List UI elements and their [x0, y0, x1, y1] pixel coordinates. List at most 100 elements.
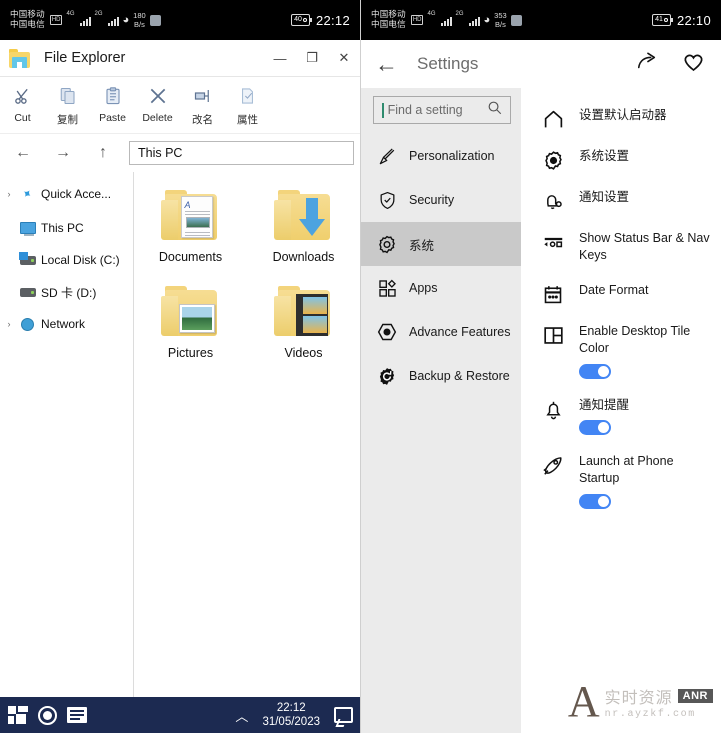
share-icon[interactable]: [634, 51, 660, 78]
tree-label: This PC: [41, 221, 84, 235]
android-status-bar-right: 中国移动 中国电信 HD 4G 2G ◕ 353 B/s 41 22:10: [361, 0, 721, 40]
content-label: Show Status Bar & Nav Keys: [579, 230, 711, 264]
up-button[interactable]: ↑: [83, 144, 123, 162]
action-center-icon[interactable]: [334, 707, 353, 723]
tree-item-network[interactable]: › Network: [0, 310, 133, 338]
chevron-right-icon[interactable]: ›: [4, 319, 14, 329]
launch-at-startup-toggle[interactable]: [579, 494, 611, 509]
scissors-icon: [13, 85, 33, 107]
menu-item-apps[interactable]: Apps: [361, 266, 521, 310]
start-tiles-icon[interactable]: [8, 706, 28, 724]
copy-label: 复制: [57, 112, 78, 127]
signal-bars-2-icon: [469, 14, 480, 26]
watermark-text: 实时资源 ANR nr.ayzkf.com: [605, 684, 713, 720]
content-item-system-settings[interactable]: 系统设置: [533, 139, 721, 180]
properties-icon: [239, 85, 256, 107]
back-arrow-icon[interactable]: ←: [375, 51, 409, 78]
apps-grid-icon: [377, 279, 397, 298]
desktop-tile-color-toggle[interactable]: [579, 364, 611, 379]
minimize-button[interactable]: —: [264, 43, 296, 73]
folder-item-pictures[interactable]: Pictures: [134, 286, 247, 360]
videos-folder-icon: [272, 286, 336, 338]
navigation-tree: › ✦ Quick Acce... This PC Local Disk (C:…: [0, 172, 134, 700]
content-item-default-launcher[interactable]: 设置默认启动器: [533, 98, 721, 139]
tree-item-local-disk[interactable]: Local Disk (C:): [0, 246, 133, 274]
forward-button[interactable]: →: [43, 144, 83, 162]
taskbar-left-icons: [8, 706, 87, 725]
taskbar-clock[interactable]: 22:12 31/05/2023: [262, 701, 320, 729]
dual-panel-screenshot: 中国移动 中国电信 HD 4G 2G ◕ 180 B/s 40 22:12: [0, 0, 721, 733]
file-explorer-panel: 中国移动 中国电信 HD 4G 2G ◕ 180 B/s 40 22:12: [0, 0, 361, 733]
address-input[interactable]: This PC: [129, 141, 354, 165]
menu-item-system[interactable]: 系统: [361, 222, 521, 266]
status-icons: HD 4G 2G ◕ 353 B/s: [411, 11, 522, 29]
menu-item-security[interactable]: Security: [361, 178, 521, 222]
copy-button[interactable]: 复制: [45, 85, 90, 127]
menu-item-personalization[interactable]: Personalization: [361, 134, 521, 178]
tree-item-sd-card[interactable]: SD 卡 (D:): [0, 278, 133, 306]
settings-body: Find a setting Personalization: [361, 88, 721, 733]
signal-bars-1-icon: [80, 14, 91, 26]
folder-grid-view: A Documents: [134, 172, 360, 700]
chevron-right-icon[interactable]: ›: [4, 189, 14, 199]
search-placeholder: Find a setting: [388, 103, 483, 117]
rename-icon: [193, 85, 213, 107]
paste-button[interactable]: Paste: [90, 85, 135, 127]
task-view-icon[interactable]: [67, 707, 87, 723]
text-caret: [382, 103, 384, 118]
folder-item-downloads[interactable]: Downloads: [247, 190, 360, 264]
content-item-notification-settings[interactable]: 通知设置: [533, 180, 721, 221]
app-notification-icon: [150, 15, 161, 26]
menu-item-advance-features[interactable]: Advance Features: [361, 310, 521, 354]
clipboard-icon: [104, 85, 122, 107]
notification-reminder-toggle[interactable]: [579, 420, 611, 435]
window-title: File Explorer: [44, 50, 125, 66]
chevron-up-icon[interactable]: ︿: [235, 706, 248, 725]
folder-item-videos[interactable]: Videos: [247, 286, 360, 360]
watermark-top-row: 实时资源 ANR: [605, 684, 713, 708]
menu-item-backup-restore[interactable]: Backup & Restore: [361, 354, 521, 398]
cut-button[interactable]: Cut: [0, 85, 45, 127]
search-input[interactable]: Find a setting: [373, 96, 511, 124]
rename-button[interactable]: 改名: [180, 85, 225, 127]
hexagon-dot-icon: [377, 322, 397, 342]
search-icon[interactable]: [487, 100, 502, 120]
close-button[interactable]: ✕: [328, 43, 360, 73]
search-wrapper: Find a setting: [361, 96, 521, 134]
heart-icon[interactable]: [680, 50, 707, 79]
maximize-button[interactable]: ❐: [296, 43, 328, 73]
settings-menu: Find a setting Personalization: [361, 88, 521, 733]
menu-label: Apps: [409, 281, 438, 295]
data-rate: 353 B/s: [494, 11, 507, 29]
content-item-show-status-bar[interactable]: Show Status Bar & Nav Keys: [533, 221, 721, 273]
gear-icon: [377, 234, 397, 255]
battery-icon: 40: [291, 14, 310, 26]
network-type-2: 2G: [456, 11, 464, 17]
delete-button[interactable]: Delete: [135, 85, 180, 127]
tree-label: Quick Acce...: [41, 187, 111, 201]
signal-bars-2-icon: [108, 14, 119, 26]
watermark: A 实时资源 ANR nr.ayzkf.com: [568, 683, 713, 721]
properties-button[interactable]: 属性: [225, 85, 270, 127]
menu-label: Personalization: [409, 149, 494, 163]
content-item-notification-reminder[interactable]: 通知提醒: [533, 388, 721, 445]
tree-item-quick-access[interactable]: › ✦ Quick Acce...: [0, 180, 133, 208]
properties-label: 属性: [237, 112, 258, 127]
watermark-letter: A: [568, 683, 600, 721]
tile-color-block: Enable Desktop Tile Color: [579, 323, 709, 379]
cortana-circle-icon[interactable]: [38, 706, 57, 725]
wifi-icon: ◕: [123, 15, 130, 26]
content-label: 通知设置: [579, 189, 629, 206]
folder-grid: A Documents: [134, 190, 360, 360]
back-button[interactable]: ←: [3, 144, 43, 162]
folder-label: Documents: [159, 250, 222, 264]
watermark-url: nr.ayzkf.com: [605, 709, 713, 720]
watermark-cn: 实时资源: [605, 684, 673, 708]
tree-label: Network: [41, 317, 85, 331]
content-item-launch-at-startup[interactable]: Launch at Phone Startup: [533, 444, 721, 518]
content-item-date-format[interactable]: Date Format: [533, 273, 721, 314]
tree-item-this-pc[interactable]: This PC: [0, 214, 133, 242]
content-item-desktop-tile-color[interactable]: Enable Desktop Tile Color: [533, 314, 721, 388]
folder-item-documents[interactable]: A Documents: [134, 190, 247, 264]
status-icons: HD 4G 2G ◕ 180 B/s: [50, 11, 161, 29]
